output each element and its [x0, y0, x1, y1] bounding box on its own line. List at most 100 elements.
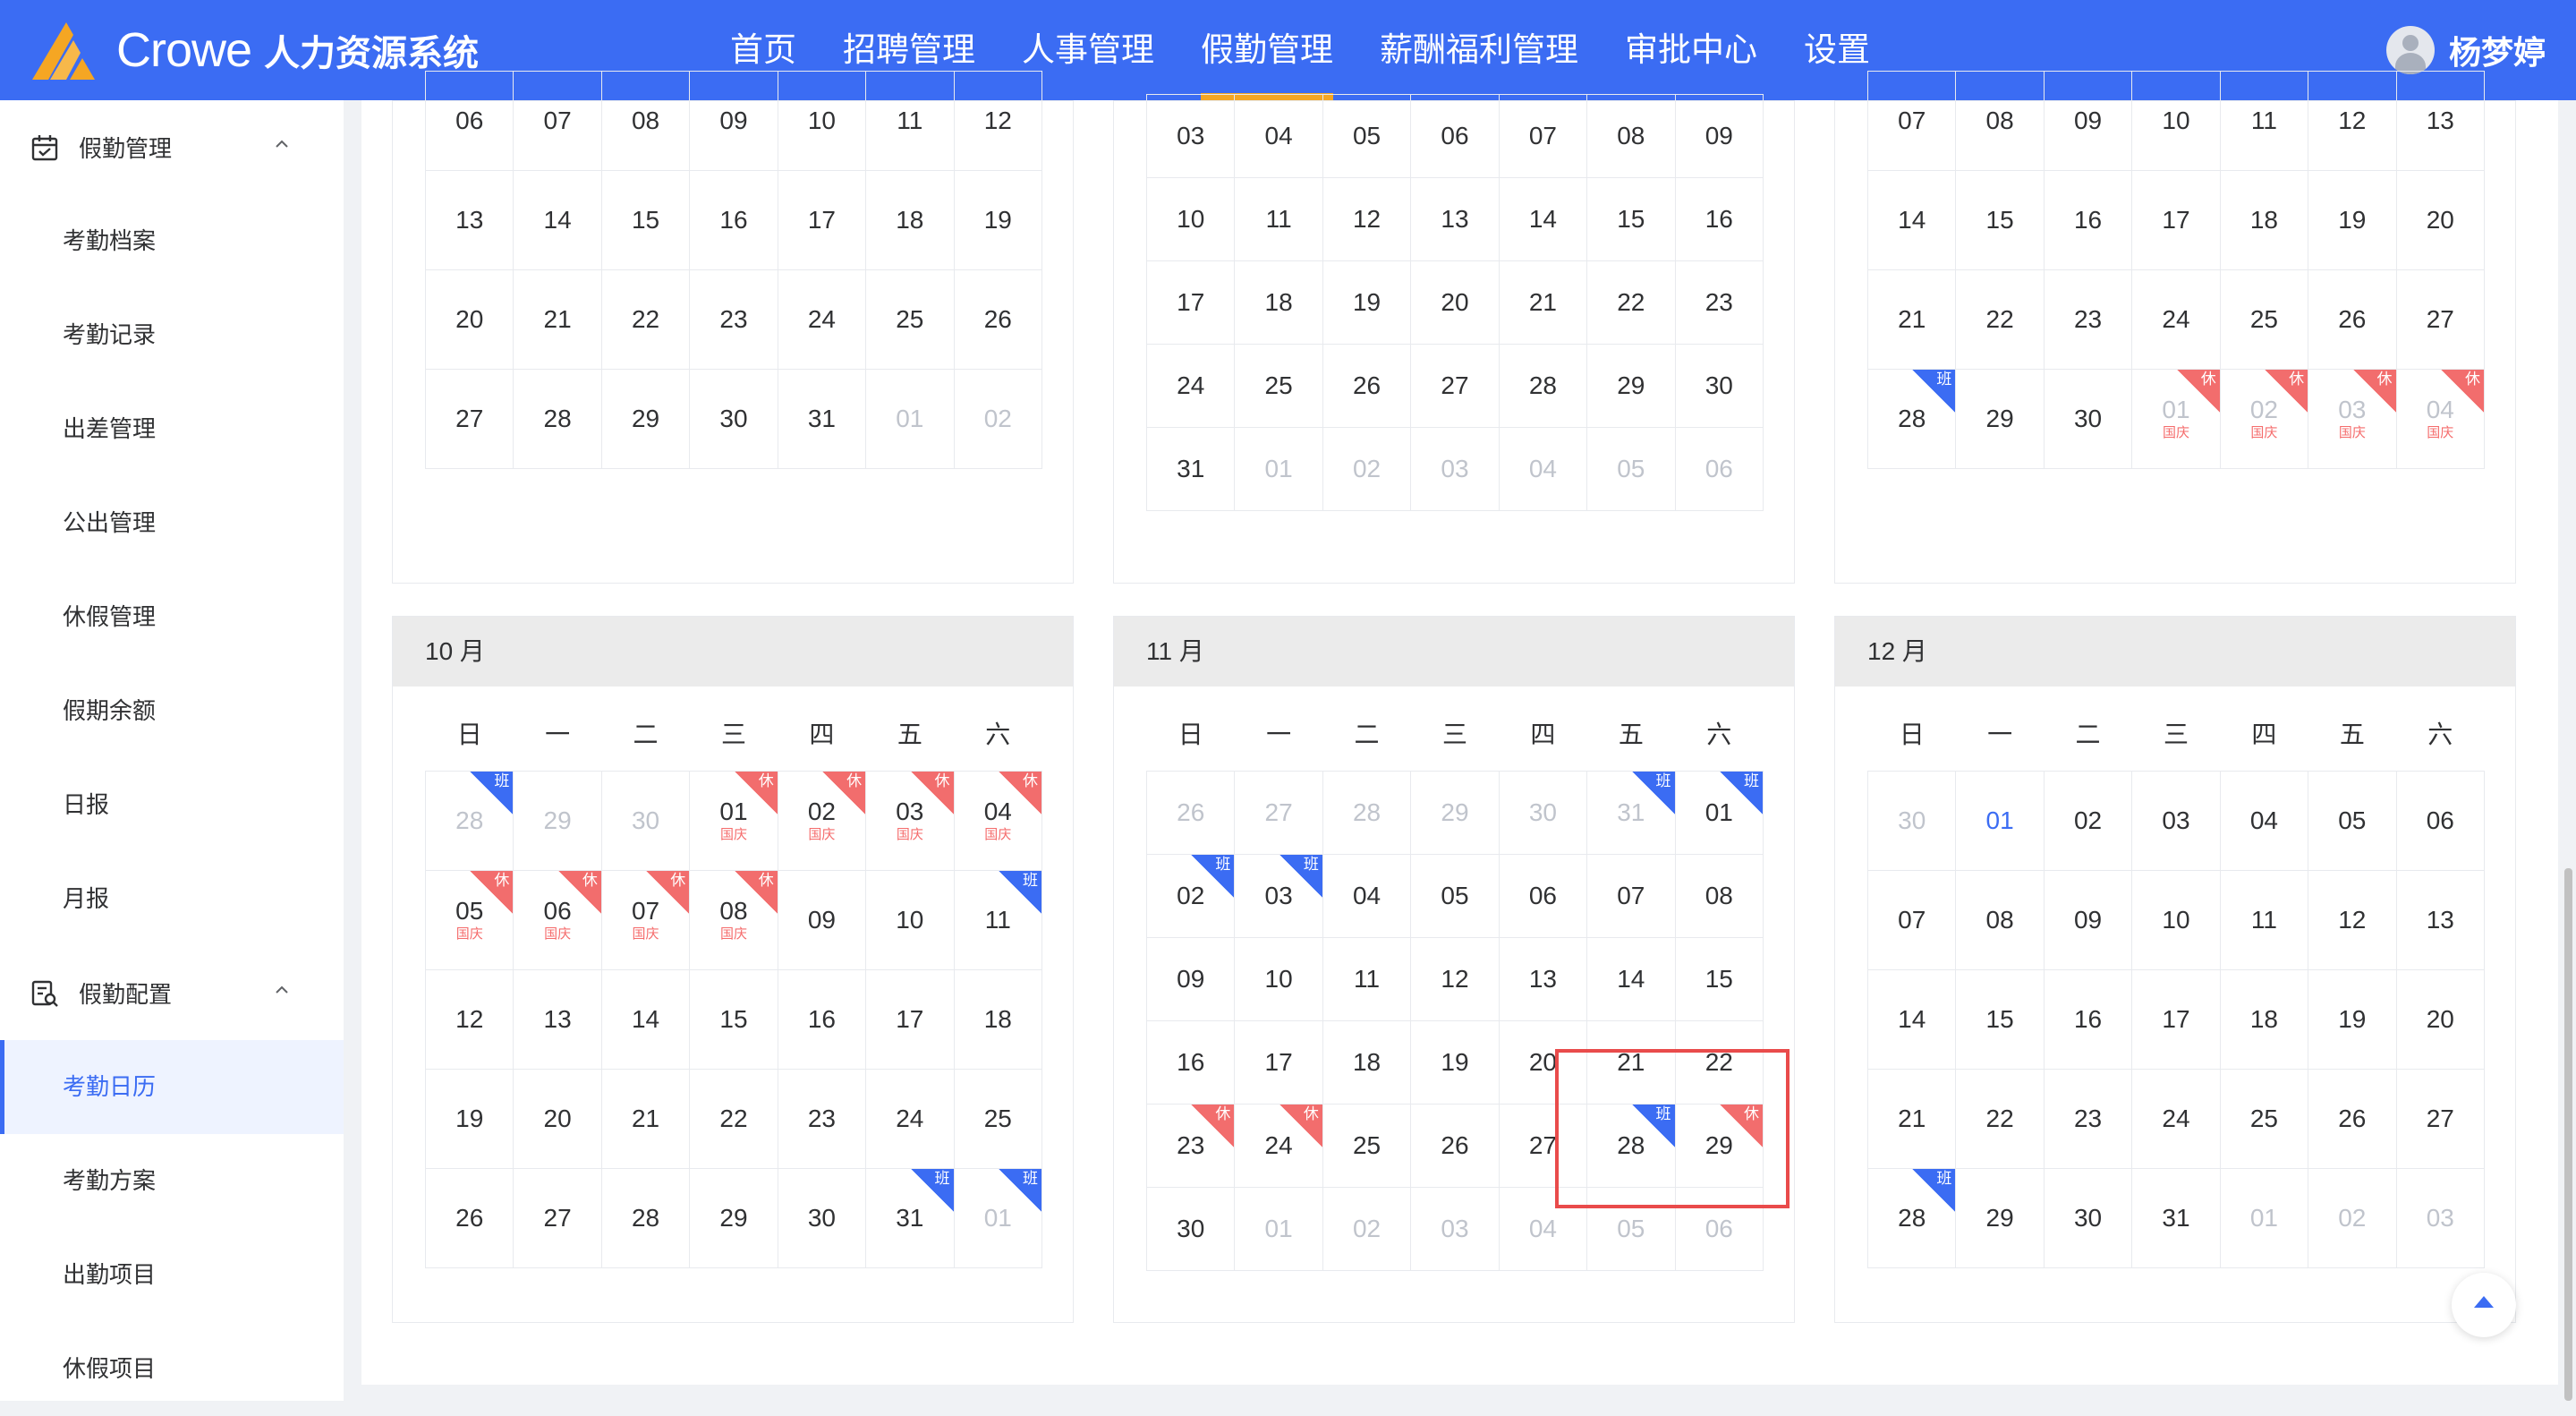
- calendar-day-cell[interactable]: 02: [1322, 1187, 1412, 1271]
- calendar-day-cell[interactable]: 29: [1955, 369, 2045, 469]
- calendar-day-cell[interactable]: 09: [689, 71, 778, 171]
- calendar-day-cell[interactable]: 21: [1866, 269, 1957, 370]
- calendar-day-cell[interactable]: 12: [1322, 177, 1412, 261]
- calendar-day-cell[interactable]: 06: [1674, 427, 1764, 511]
- calendar-day-cell[interactable]: 23休: [1145, 1104, 1236, 1188]
- calendar-day-cell[interactable]: 10: [2131, 71, 2221, 171]
- calendar-day-cell[interactable]: 01国庆休: [689, 771, 778, 871]
- calendar-day-cell[interactable]: 30: [1145, 1187, 1236, 1271]
- calendar-day-cell[interactable]: 30: [1498, 771, 1588, 855]
- nav-attendance[interactable]: 假勤管理: [1177, 0, 1356, 100]
- calendar-day-cell[interactable]: 06: [2395, 771, 2486, 871]
- calendar-day-cell[interactable]: 09: [1674, 94, 1764, 178]
- calendar-day-cell[interactable]: 31: [1145, 427, 1236, 511]
- calendar-day-cell[interactable]: 14: [513, 170, 602, 270]
- calendar-day-cell[interactable]: 07: [1586, 854, 1676, 938]
- calendar-day-cell[interactable]: 04: [1322, 854, 1412, 938]
- calendar-day-cell[interactable]: 14: [1866, 969, 1957, 1070]
- calendar-day-cell[interactable]: 24休: [1234, 1104, 1323, 1188]
- calendar-day-cell[interactable]: 29: [513, 771, 602, 871]
- calendar-day-cell[interactable]: 14: [600, 969, 691, 1070]
- calendar-day-cell[interactable]: 21: [1498, 260, 1588, 345]
- calendar-day-cell[interactable]: 09: [2043, 71, 2133, 171]
- calendar-day-cell[interactable]: 24: [777, 269, 867, 370]
- calendar-day-cell[interactable]: 08: [1955, 71, 2045, 171]
- calendar-day-cell[interactable]: 26: [1145, 771, 1236, 855]
- calendar-day-cell[interactable]: 11: [2219, 870, 2309, 970]
- calendar-day-cell[interactable]: 25: [865, 269, 955, 370]
- calendar-day-cell[interactable]: 03班: [1234, 854, 1323, 938]
- sidebar-item-attendance-files[interactable]: 考勤档案: [0, 194, 344, 288]
- calendar-day-cell[interactable]: 29: [1586, 344, 1676, 428]
- calendar-day-cell[interactable]: 30: [689, 369, 778, 469]
- calendar-day-cell[interactable]: 29: [600, 369, 691, 469]
- calendar-day-cell[interactable]: 23: [2043, 269, 2133, 370]
- calendar-day-cell[interactable]: 30: [600, 771, 691, 871]
- calendar-day-cell[interactable]: 05: [2308, 771, 2397, 871]
- calendar-day-cell[interactable]: 26: [953, 269, 1043, 370]
- calendar-day-cell[interactable]: 01: [2219, 1168, 2309, 1268]
- calendar-day-cell[interactable]: 08: [1955, 870, 2045, 970]
- calendar-day-cell[interactable]: 27: [1234, 771, 1323, 855]
- calendar-day-cell[interactable]: 02国庆休: [2219, 369, 2309, 469]
- calendar-day-cell[interactable]: 07: [1498, 94, 1588, 178]
- calendar-day-cell[interactable]: 02: [2043, 771, 2133, 871]
- calendar-day-cell[interactable]: 15: [1586, 177, 1676, 261]
- calendar-day-cell[interactable]: 30: [1866, 771, 1957, 871]
- calendar-day-cell[interactable]: 22: [1955, 269, 2045, 370]
- calendar-day-cell[interactable]: 09: [1145, 937, 1236, 1021]
- calendar-day-cell[interactable]: 15: [689, 969, 778, 1070]
- calendar-day-cell[interactable]: 11: [1234, 177, 1323, 261]
- calendar-day-cell[interactable]: 19: [1322, 260, 1412, 345]
- calendar-day-cell[interactable]: 25: [2219, 1069, 2309, 1169]
- calendar-day-cell[interactable]: 04国庆休: [953, 771, 1043, 871]
- calendar-day-cell[interactable]: 27: [424, 369, 514, 469]
- calendar-day-cell[interactable]: 08: [600, 71, 691, 171]
- calendar-day-cell[interactable]: 04: [1498, 427, 1588, 511]
- sidebar-item-attendance-scheme[interactable]: 考勤方案: [0, 1134, 344, 1228]
- nav-approval[interactable]: 审批中心: [1602, 0, 1781, 100]
- calendar-day-cell[interactable]: 03: [1145, 94, 1236, 178]
- calendar-day-cell[interactable]: 14: [1498, 177, 1588, 261]
- calendar-day-cell[interactable]: 01: [1234, 1187, 1323, 1271]
- calendar-day-cell[interactable]: 27: [513, 1168, 602, 1268]
- calendar-day-cell[interactable]: 08: [1586, 94, 1676, 178]
- calendar-day-cell[interactable]: 19: [1410, 1020, 1500, 1105]
- calendar-day-cell[interactable]: 16: [777, 969, 867, 1070]
- calendar-day-cell[interactable]: 27: [2395, 269, 2486, 370]
- calendar-day-cell[interactable]: 27: [2395, 1069, 2486, 1169]
- calendar-day-cell[interactable]: 17: [865, 969, 955, 1070]
- scrollbar-thumb[interactable]: [2564, 868, 2572, 1401]
- calendar-day-cell[interactable]: 07国庆休: [600, 870, 691, 970]
- calendar-day-cell[interactable]: 14: [1586, 937, 1676, 1021]
- sidebar-item-leave[interactable]: 休假管理: [0, 570, 344, 664]
- calendar-day-cell[interactable]: 10: [2131, 870, 2221, 970]
- calendar-day-cell[interactable]: 15: [1955, 170, 2045, 270]
- calendar-day-cell[interactable]: 11: [865, 71, 955, 171]
- user-name[interactable]: 杨梦婷: [2449, 27, 2546, 73]
- sidebar-item-business-trip[interactable]: 出差管理: [0, 382, 344, 476]
- calendar-day-cell[interactable]: 12: [2308, 870, 2397, 970]
- calendar-day-cell[interactable]: 15: [600, 170, 691, 270]
- calendar-day-cell[interactable]: 28: [600, 1168, 691, 1268]
- calendar-day-cell[interactable]: 21: [513, 269, 602, 370]
- calendar-day-cell[interactable]: 19: [2308, 969, 2397, 1070]
- calendar-day-cell[interactable]: 24: [865, 1069, 955, 1169]
- calendar-day-cell[interactable]: 22: [1586, 260, 1676, 345]
- calendar-day-cell[interactable]: 18: [2219, 170, 2309, 270]
- calendar-day-cell[interactable]: 02国庆休: [777, 771, 867, 871]
- calendar-day-cell[interactable]: 10: [777, 71, 867, 171]
- calendar-day-cell[interactable]: 24: [2131, 1069, 2221, 1169]
- back-to-top-button[interactable]: [2452, 1273, 2516, 1337]
- calendar-day-cell[interactable]: 20: [2395, 170, 2486, 270]
- calendar-day-cell[interactable]: 16: [1145, 1020, 1236, 1105]
- calendar-day-cell[interactable]: 28: [1498, 344, 1588, 428]
- calendar-day-cell[interactable]: 04国庆休: [2395, 369, 2486, 469]
- calendar-day-cell[interactable]: 12: [2308, 71, 2397, 171]
- calendar-day-cell[interactable]: 22: [1955, 1069, 2045, 1169]
- calendar-day-cell[interactable]: 25: [953, 1069, 1043, 1169]
- calendar-day-cell[interactable]: 03: [1410, 1187, 1500, 1271]
- calendar-day-cell[interactable]: 26: [1322, 344, 1412, 428]
- calendar-day-cell[interactable]: 25: [1322, 1104, 1412, 1188]
- calendar-day-cell[interactable]: 16: [1674, 177, 1764, 261]
